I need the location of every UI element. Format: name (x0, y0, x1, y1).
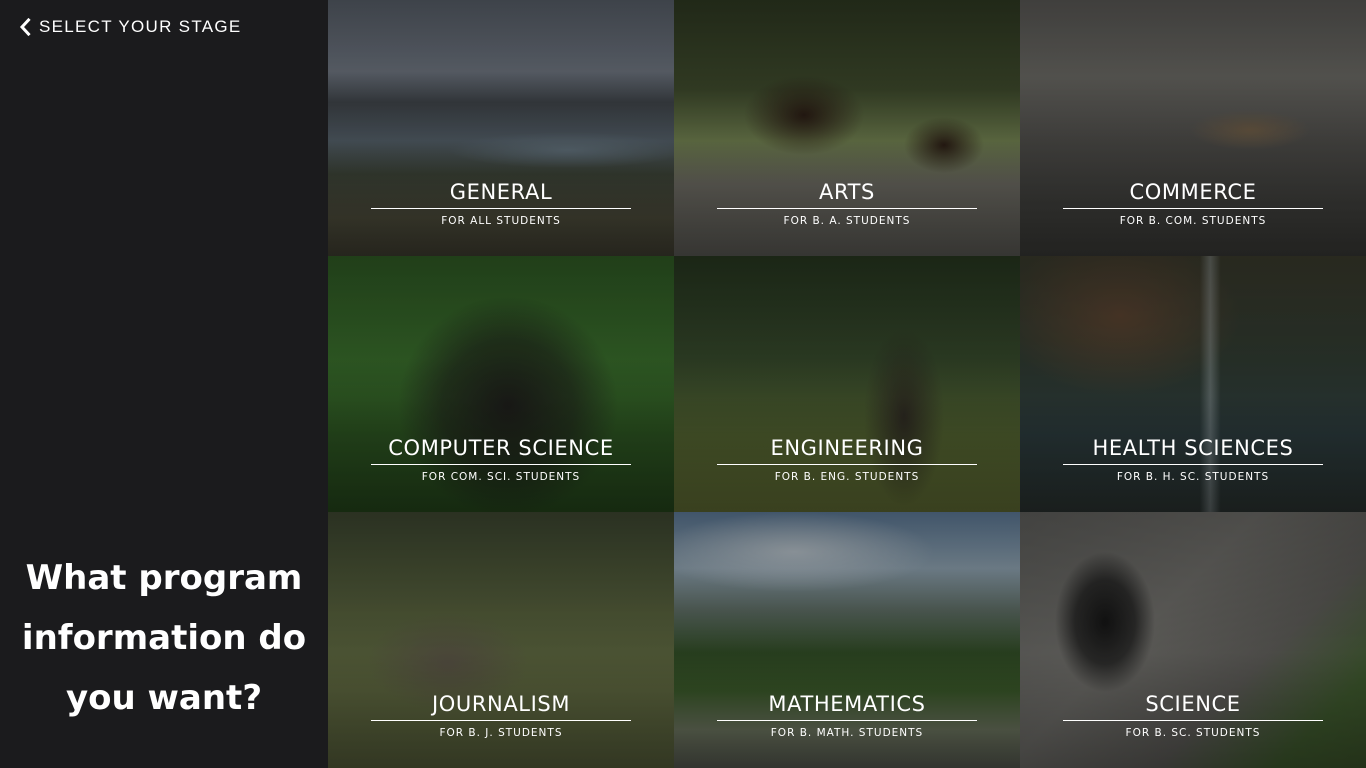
prompt-line-3: you want? (65, 678, 263, 718)
tile-title: COMPUTER SCIENCE (388, 436, 614, 460)
tile-divider (1063, 720, 1323, 721)
program-tile-computer-science[interactable]: COMPUTER SCIENCE FOR COM. SCI. STUDENTS (328, 256, 674, 512)
tile-label: COMPUTER SCIENCE FOR COM. SCI. STUDENTS (371, 432, 631, 484)
program-tile-mathematics[interactable]: MATHEMATICS FOR B. MATH. STUDENTS (674, 512, 1020, 768)
tile-title: ARTS (819, 180, 875, 204)
prompt-line-1: What program (25, 558, 303, 598)
tile-divider (1063, 464, 1323, 465)
back-link-label: SELECT YOUR STAGE (39, 17, 242, 36)
tile-subtitle: FOR B. MATH. STUDENTS (770, 727, 924, 739)
program-tile-health-sciences[interactable]: HEALTH SCIENCES FOR B. H. SC. STUDENTS (1020, 256, 1366, 512)
tile-title: JOURNALISM (431, 692, 571, 716)
tile-divider (1063, 208, 1323, 209)
tile-subtitle: FOR ALL STUDENTS (441, 215, 561, 227)
tile-subtitle: FOR B. A. STUDENTS (783, 215, 911, 227)
tile-label: COMMERCE FOR B. COM. STUDENTS (1063, 176, 1323, 228)
tile-subtitle: FOR B. J. STUDENTS (439, 727, 563, 739)
tile-subtitle: FOR B. H. SC. STUDENTS (1116, 471, 1270, 483)
tile-divider (371, 720, 631, 721)
tile-title: MATHEMATICS (768, 692, 926, 716)
program-tile-commerce[interactable]: COMMERCE FOR B. COM. STUDENTS (1020, 0, 1366, 256)
chevron-left-icon (19, 18, 31, 36)
program-tile-engineering[interactable]: ENGINEERING FOR B. ENG. STUDENTS (674, 256, 1020, 512)
tile-title: ENGINEERING (770, 436, 924, 460)
tile-divider (717, 208, 977, 209)
program-tile-science[interactable]: SCIENCE FOR B. SC. STUDENTS (1020, 512, 1366, 768)
program-question-heading: What program information do you want? (0, 548, 328, 728)
tile-title: SCIENCE (1145, 692, 1241, 716)
tile-title: COMMERCE (1129, 180, 1257, 204)
program-tile-arts[interactable]: ARTS FOR B. A. STUDENTS (674, 0, 1020, 256)
tile-divider (371, 208, 631, 209)
program-tile-journalism[interactable]: JOURNALISM FOR B. J. STUDENTS (328, 512, 674, 768)
prompt-line-2: information do (21, 618, 307, 658)
tile-label: SCIENCE FOR B. SC. STUDENTS (1063, 688, 1323, 740)
select-stage-back-button[interactable]: SELECT YOUR STAGE (19, 17, 242, 37)
tile-title: HEALTH SCIENCES (1092, 436, 1294, 460)
tile-subtitle: FOR B. ENG. STUDENTS (774, 471, 920, 483)
tile-divider (717, 464, 977, 465)
tile-label: ENGINEERING FOR B. ENG. STUDENTS (717, 432, 977, 484)
tile-label: JOURNALISM FOR B. J. STUDENTS (371, 688, 631, 740)
program-grid: GENERAL FOR ALL STUDENTS ARTS FOR B. A. … (328, 0, 1366, 768)
program-tile-general[interactable]: GENERAL FOR ALL STUDENTS (328, 0, 674, 256)
tile-divider (371, 464, 631, 465)
tile-label: HEALTH SCIENCES FOR B. H. SC. STUDENTS (1063, 432, 1323, 484)
sidebar: SELECT YOUR STAGE What program informati… (0, 0, 328, 768)
tile-subtitle: FOR COM. SCI. STUDENTS (421, 471, 581, 483)
tile-label: MATHEMATICS FOR B. MATH. STUDENTS (717, 688, 977, 740)
tile-label: GENERAL FOR ALL STUDENTS (371, 176, 631, 228)
tile-title: GENERAL (449, 180, 553, 204)
tile-subtitle: FOR B. SC. STUDENTS (1125, 727, 1261, 739)
tile-divider (717, 720, 977, 721)
tile-subtitle: FOR B. COM. STUDENTS (1119, 215, 1267, 227)
tile-label: ARTS FOR B. A. STUDENTS (717, 176, 977, 228)
